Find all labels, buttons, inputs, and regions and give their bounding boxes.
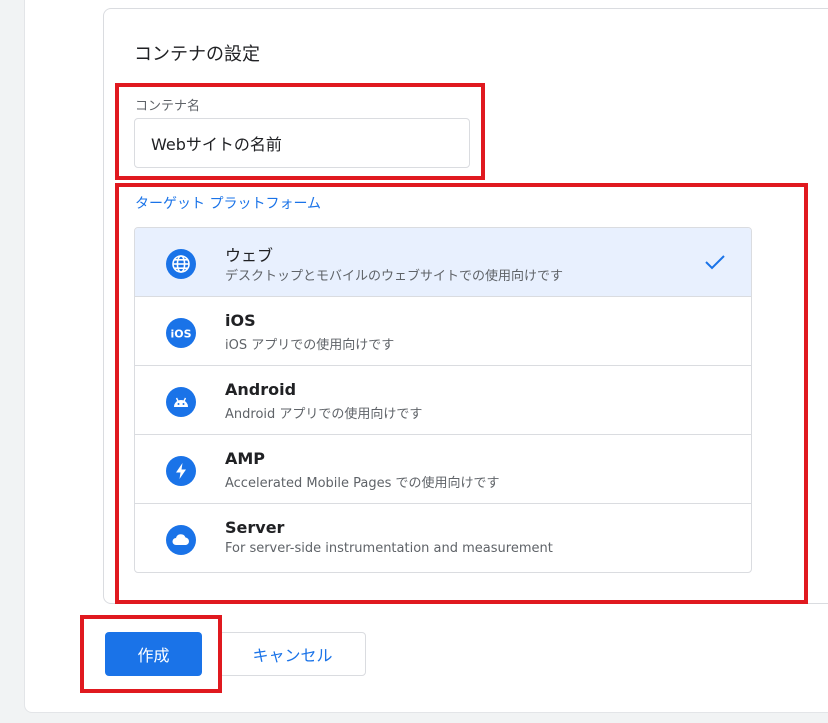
globe-icon [166, 249, 196, 279]
android-icon [166, 387, 196, 417]
platform-option-android[interactable]: Android Android アプリでの使用向けです [135, 366, 751, 435]
container-name-label: コンテナ名 [135, 99, 201, 114]
ios-icon: iOS [166, 318, 196, 348]
cancel-button[interactable]: キャンセル [219, 632, 366, 676]
platform-title: Android [225, 380, 297, 399]
svg-text:iOS: iOS [170, 328, 191, 341]
platform-option-amp[interactable]: AMP Accelerated Mobile Pages での使用向けです [135, 435, 751, 504]
platform-option-server[interactable]: Server For server-side instrumentation a… [135, 504, 751, 572]
platform-title: AMP [225, 449, 266, 468]
platform-description: Android アプリでの使用向けです [225, 407, 423, 422]
platform-list: ウェブ デスクトップとモバイルのウェブサイトでの使用向けです iOS iOS i… [134, 227, 752, 573]
create-button[interactable]: 作成 [105, 632, 202, 676]
bolt-icon [166, 456, 196, 486]
platform-title: Server [225, 518, 285, 537]
platform-description: デスクトップとモバイルのウェブサイトでの使用向けです [225, 269, 564, 284]
platform-description: iOS アプリでの使用向けです [225, 338, 395, 353]
cloud-icon [166, 525, 196, 555]
check-icon [705, 255, 725, 270]
platform-description: Accelerated Mobile Pages での使用向けです [225, 476, 500, 491]
platform-option-web[interactable]: ウェブ デスクトップとモバイルのウェブサイトでの使用向けです [135, 228, 751, 297]
container-name-input[interactable] [134, 118, 470, 168]
platform-title: iOS [225, 311, 256, 330]
target-platform-label: ターゲット プラットフォーム [135, 196, 322, 212]
card-title: コンテナの設定 [134, 44, 260, 65]
platform-title: ウェブ [225, 246, 274, 265]
platform-option-ios[interactable]: iOS iOS iOS アプリでの使用向けです [135, 297, 751, 366]
platform-description: For server-side instrumentation and meas… [225, 541, 553, 556]
